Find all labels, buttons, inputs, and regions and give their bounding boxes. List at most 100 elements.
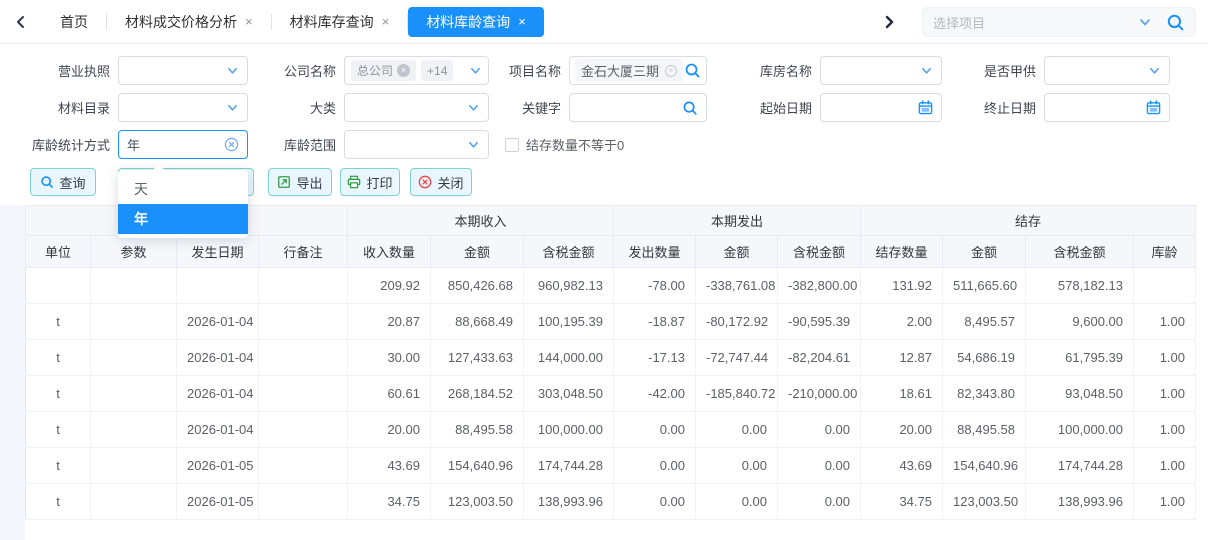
chevron-down-icon <box>467 138 480 151</box>
cell-out-tax-amount: -382,800.00 <box>778 268 861 304</box>
tab-material-age-query[interactable]: 材料库龄查询 × <box>408 7 544 37</box>
tab-close-icon[interactable]: × <box>518 15 526 28</box>
col-in-amount[interactable]: 金额 <box>431 236 524 268</box>
cell-date: 2026-01-05 <box>177 448 259 484</box>
age-range-label: 库龄范围 <box>230 135 344 154</box>
material-age-table: 本期收入 本期发出 结存 单位 参数 发生日期 行备注 收入数量 金额 含税金额… <box>25 205 1195 520</box>
tab-material-stock-query[interactable]: 材料库存查询 × <box>272 7 408 37</box>
cell-balance-amount: 88,495.58 <box>943 412 1026 448</box>
cell-date: 2026-01-04 <box>177 340 259 376</box>
calendar-icon <box>1146 100 1161 115</box>
tabs-scroll-left-icon[interactable] <box>8 9 34 35</box>
cell-balance-amount: 154,640.96 <box>943 448 1026 484</box>
col-unit[interactable]: 单位 <box>26 236 91 268</box>
cell-balance-tax-amount: 93,048.50 <box>1026 376 1134 412</box>
cell-age: 1.00 <box>1134 448 1196 484</box>
cell-balance-amount: 511,665.60 <box>943 268 1026 304</box>
table-row[interactable]: t2026-01-0430.00127,433.63144,000.00-17.… <box>26 340 1196 376</box>
close-button[interactable]: 关闭 <box>410 168 472 196</box>
project-name-picker[interactable]: 金石大厦三期 × <box>569 56 707 85</box>
keyword-input[interactable] <box>569 93 707 122</box>
search-icon[interactable] <box>682 100 698 116</box>
cell-balance-qty: 43.69 <box>861 448 943 484</box>
cell-row-note <box>259 412 348 448</box>
cell-balance-qty: 34.75 <box>861 484 943 520</box>
tab-close-icon[interactable]: × <box>245 15 253 28</box>
dropdown-option-year[interactable]: 年 <box>118 204 248 234</box>
col-out-amount[interactable]: 金额 <box>696 236 778 268</box>
cell-in-qty: 60.61 <box>348 376 431 412</box>
material-catalog-select[interactable] <box>118 93 248 122</box>
col-in-tax-amount[interactable]: 含税金额 <box>524 236 614 268</box>
table-row[interactable]: t2026-01-0534.75123,003.50138,993.960.00… <box>26 484 1196 520</box>
cell-date <box>177 268 259 304</box>
tab-close-icon[interactable]: × <box>382 15 390 28</box>
cell-unit: t <box>26 304 91 340</box>
cell-unit: t <box>26 340 91 376</box>
dropdown-option-day[interactable]: 天 <box>118 174 248 204</box>
warehouse-name-select[interactable] <box>820 56 942 85</box>
chevron-down-icon[interactable] <box>1138 15 1152 29</box>
col-param[interactable]: 参数 <box>91 236 177 268</box>
age-range-select[interactable] <box>344 130 489 159</box>
cell-balance-tax-amount: 9,600.00 <box>1026 304 1134 340</box>
nonzero-balance-checkbox-group[interactable]: 结存数量不等于0 <box>505 130 624 159</box>
tag-close-icon[interactable]: × <box>397 64 410 77</box>
cell-out-qty: -78.00 <box>614 268 696 304</box>
search-icon[interactable] <box>684 62 701 79</box>
col-balance-tax-amount[interactable]: 含税金额 <box>1026 236 1134 268</box>
cell-out-tax-amount: -90,595.39 <box>778 304 861 340</box>
cell-in-amount: 268,184.52 <box>431 376 524 412</box>
project-quick-select[interactable]: 选择项目 <box>922 7 1196 37</box>
clear-icon[interactable]: × <box>665 65 677 77</box>
table-row[interactable]: t2026-01-0420.8788,668.49100,195.39-18.8… <box>26 304 1196 340</box>
start-date-input[interactable] <box>820 93 942 122</box>
end-date-label: 终止日期 <box>930 98 1044 117</box>
tabs-scroll-right-icon[interactable] <box>876 9 902 35</box>
cell-row-note <box>259 376 348 412</box>
cell-in-tax-amount: 174,744.28 <box>524 448 614 484</box>
business-license-select[interactable] <box>118 56 248 85</box>
end-date-input[interactable] <box>1044 93 1170 122</box>
cell-out-qty: 0.00 <box>614 484 696 520</box>
totals-row[interactable]: 209.92850,426.68960,982.13-78.00-338,761… <box>26 268 1196 304</box>
search-icon[interactable] <box>1166 13 1185 32</box>
cell-balance-tax-amount: 100,000.00 <box>1026 412 1134 448</box>
cell-param <box>91 304 177 340</box>
print-button[interactable]: 打印 <box>340 168 400 196</box>
col-out-qty[interactable]: 发出数量 <box>614 236 696 268</box>
cell-balance-tax-amount: 578,182.13 <box>1026 268 1134 304</box>
printer-icon <box>347 175 361 189</box>
cell-date: 2026-01-04 <box>177 304 259 340</box>
col-in-qty[interactable]: 收入数量 <box>348 236 431 268</box>
table-row[interactable]: t2026-01-0460.61268,184.52303,048.50-42.… <box>26 376 1196 412</box>
cell-in-amount: 850,426.68 <box>431 268 524 304</box>
col-age[interactable]: 库龄 <box>1134 236 1196 268</box>
age-stat-method-select[interactable]: 年 <box>118 130 248 159</box>
col-date[interactable]: 发生日期 <box>177 236 259 268</box>
table-row[interactable]: t2026-01-0543.69154,640.96174,744.280.00… <box>26 448 1196 484</box>
tab-label: 材料库龄查询 <box>426 12 510 32</box>
table-row[interactable]: t2026-01-0420.0088,495.58100,000.000.000… <box>26 412 1196 448</box>
cell-age: 1.00 <box>1134 376 1196 412</box>
cell-balance-amount: 8,495.57 <box>943 304 1026 340</box>
cell-out-amount: -185,840.72 <box>696 376 778 412</box>
tab-home[interactable]: 首页 <box>42 7 106 37</box>
business-license-label: 营业执照 <box>0 61 118 80</box>
cell-out-qty: 0.00 <box>614 412 696 448</box>
tab-material-price-analysis[interactable]: 材料成交价格分析 × <box>107 7 271 37</box>
cell-in-qty: 43.69 <box>348 448 431 484</box>
cell-date: 2026-01-04 <box>177 412 259 448</box>
col-row-note[interactable]: 行备注 <box>259 236 348 268</box>
owner-supplied-select[interactable] <box>1044 56 1170 85</box>
cell-balance-qty: 18.61 <box>861 376 943 412</box>
query-button[interactable]: 查询 <box>30 168 96 196</box>
cell-in-qty: 209.92 <box>348 268 431 304</box>
cell-out-tax-amount: 0.00 <box>778 448 861 484</box>
checkbox-icon[interactable] <box>505 138 519 152</box>
cell-out-qty: -18.87 <box>614 304 696 340</box>
col-balance-qty[interactable]: 结存数量 <box>861 236 943 268</box>
col-balance-amount[interactable]: 金额 <box>943 236 1026 268</box>
export-button[interactable]: 导出 <box>268 168 332 196</box>
col-out-tax-amount[interactable]: 含税金额 <box>778 236 861 268</box>
